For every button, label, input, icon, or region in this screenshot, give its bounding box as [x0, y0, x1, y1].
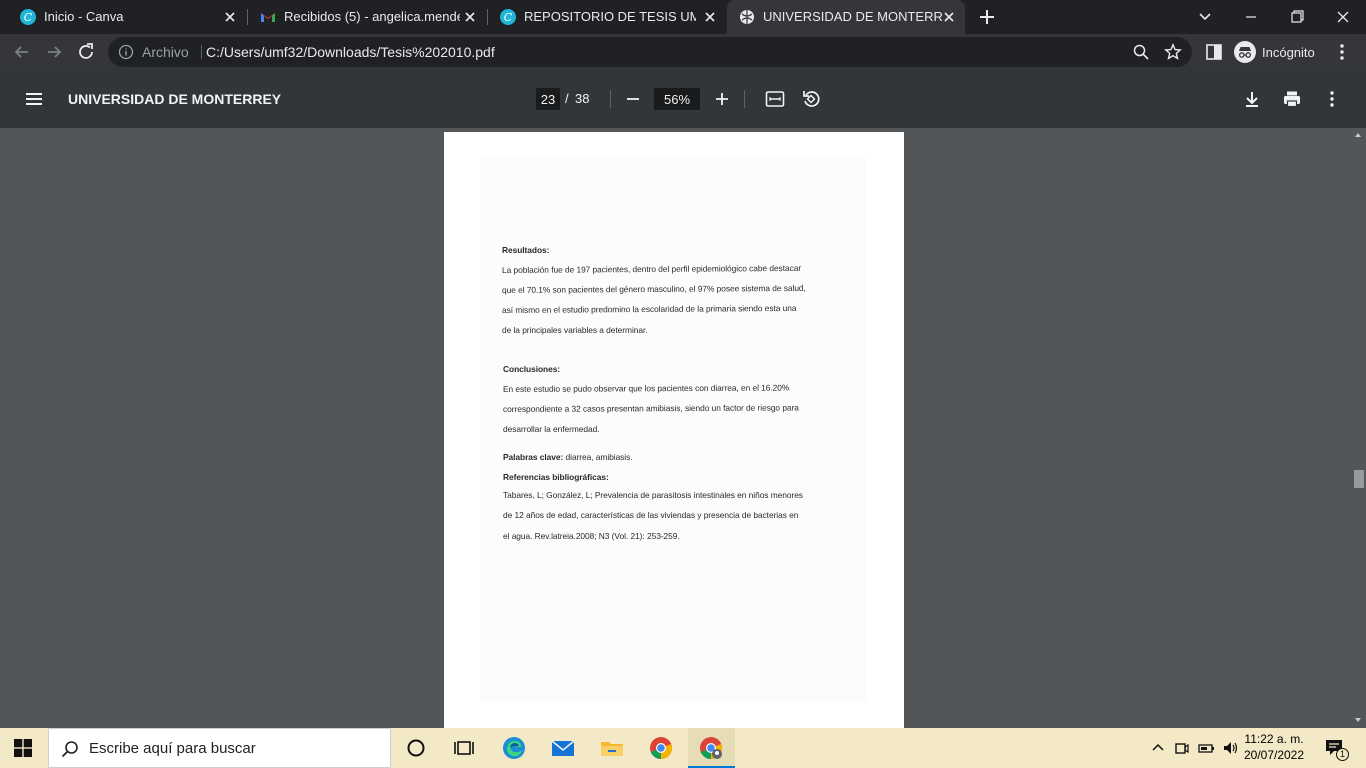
more-options-icon[interactable] [1322, 89, 1342, 109]
resultados-line: de la principales variables a determinar… [502, 325, 648, 335]
zoom-icon[interactable] [1132, 43, 1150, 61]
page-separator: / [565, 91, 569, 106]
toolbar-divider [744, 90, 745, 108]
svg-text:C: C [504, 11, 513, 24]
clock-time: 11:22 a. m. [1244, 732, 1304, 746]
zoom-in-icon[interactable] [712, 89, 732, 109]
canva-icon: C [500, 9, 516, 25]
meet-now-icon[interactable] [1174, 740, 1190, 756]
volume-icon[interactable] [1222, 740, 1240, 756]
forward-icon[interactable] [44, 42, 64, 62]
system-clock[interactable]: 11:22 a. m. 20/07/2022 [1243, 731, 1305, 763]
tab-strip: C Inicio - Canva Recibidos (5) - angelic… [0, 0, 1366, 34]
file-chip-label: Archivo [142, 44, 189, 60]
keywords-line: Palabras clave: diarrea, amibiasis. [503, 452, 633, 462]
tab-search-chevron-icon[interactable] [1196, 7, 1214, 25]
scroll-down-arrow-icon[interactable] [1354, 716, 1362, 724]
zoom-out-icon[interactable] [623, 89, 643, 109]
scrollbar-thumb[interactable] [1354, 470, 1364, 488]
referencia-line: de 12 años de edad, características de l… [503, 510, 799, 520]
omnibox-separator [201, 45, 202, 59]
conclusiones-heading: Conclusiones: [503, 364, 561, 374]
tab-universidad-monterrey[interactable]: UNIVERSIDAD DE MONTERREY [727, 0, 965, 34]
incognito-icon [1234, 41, 1256, 63]
chrome-incognito-icon [700, 737, 722, 759]
windows-taskbar: Escribe aquí para buscar 11:22 a. m. 20/… [0, 728, 1366, 768]
file-explorer-icon[interactable] [600, 736, 624, 760]
tab-title: REPOSITORIO DE TESIS UMF 32 N [524, 9, 696, 24]
gmail-icon [261, 13, 275, 22]
pdf-page: Resultados: La población fue de 197 paci… [444, 132, 904, 728]
globe-icon [740, 10, 754, 24]
resultados-line: así mismo en el estudio predomino la esc… [501, 302, 797, 315]
referencia-line: el agua. Rev.latreia.2008; N3 (Vol. 21):… [503, 531, 680, 541]
resultados-line: La población fue de 197 pacientes, dentr… [501, 262, 802, 275]
windows-start-icon[interactable] [14, 739, 32, 757]
pdf-viewport[interactable]: Resultados: La población fue de 197 paci… [0, 128, 1366, 728]
tab-title: Inicio - Canva [44, 9, 124, 24]
scroll-up-arrow-icon[interactable] [1354, 131, 1362, 139]
more-menu-icon[interactable] [1332, 42, 1352, 62]
tab-title: Recibidos (5) - angelica.mendez@ [284, 9, 460, 24]
browser-toolbar: Archivo C:/Users/umf32/Downloads/Tesis%2… [0, 34, 1366, 70]
taskbar-search-box[interactable]: Escribe aquí para buscar [48, 728, 391, 768]
minimize-icon[interactable] [1228, 0, 1274, 34]
back-icon[interactable] [12, 42, 32, 62]
show-hidden-icons-chevron-icon[interactable] [1151, 741, 1165, 755]
pdf-toolbar: UNIVERSIDAD DE MONTERREY / 38 [0, 70, 1366, 128]
url-text[interactable]: C:/Users/umf32/Downloads/Tesis%202010.pd… [206, 44, 495, 60]
fit-to-page-icon[interactable] [765, 89, 785, 109]
mail-icon[interactable] [551, 736, 575, 760]
chrome-icon[interactable] [649, 736, 673, 760]
close-icon[interactable] [462, 9, 478, 25]
toolbar-divider [610, 90, 611, 108]
referencia-line: Tabares, L; González, L; Prevalencia de … [503, 490, 803, 500]
svg-text:C: C [24, 11, 33, 24]
conclusiones-line: desarrollar la enfermedad. [503, 424, 600, 434]
reload-icon[interactable] [76, 42, 96, 62]
search-icon [61, 741, 78, 758]
zoom-level-input[interactable] [654, 88, 700, 110]
tab-inicio-canva[interactable]: C Inicio - Canva [8, 0, 246, 34]
menu-icon[interactable] [24, 89, 44, 109]
close-icon[interactable] [941, 9, 957, 25]
resultados-heading: Resultados: [502, 245, 550, 255]
tab-gmail[interactable]: Recibidos (5) - angelica.mendez@ [248, 0, 486, 34]
canva-icon: C [20, 9, 36, 25]
page-number-input[interactable] [536, 88, 560, 110]
cortana-icon[interactable] [404, 736, 428, 760]
incognito-profile-button[interactable]: Incógnito [1234, 38, 1315, 66]
resultados-line: que el 70.1% son pacientes del género ma… [501, 282, 806, 295]
clock-date: 20/07/2022 [1243, 748, 1305, 762]
task-view-icon[interactable] [452, 736, 476, 760]
incognito-label: Incógnito [1262, 44, 1315, 60]
bookmark-star-icon[interactable] [1164, 43, 1182, 61]
referencias-heading: Referencias bibliográficas: [503, 472, 609, 482]
page-total: 38 [575, 91, 590, 106]
restore-icon[interactable] [1274, 0, 1320, 34]
edge-icon[interactable] [502, 736, 526, 760]
pdf-title: UNIVERSIDAD DE MONTERREY [68, 91, 282, 107]
notification-badge: 1 [1336, 748, 1349, 761]
tab-repositorio[interactable]: C REPOSITORIO DE TESIS UMF 32 N [488, 0, 726, 34]
search-placeholder: Escribe aquí para buscar [89, 740, 256, 757]
rotate-icon[interactable] [801, 89, 821, 109]
download-icon[interactable] [1242, 89, 1262, 109]
tab-title: UNIVERSIDAD DE MONTERREY [763, 9, 943, 24]
close-icon[interactable] [702, 9, 718, 25]
active-app-highlight[interactable] [688, 728, 735, 768]
conclusiones-line: En este estudio se pudo observar que los… [502, 382, 790, 394]
vertical-scrollbar[interactable] [1350, 128, 1366, 728]
close-icon[interactable] [222, 9, 238, 25]
info-icon[interactable] [118, 44, 134, 60]
battery-network-icon[interactable] [1198, 740, 1216, 756]
address-bar[interactable]: Archivo C:/Users/umf32/Downloads/Tesis%2… [108, 37, 1192, 67]
side-panel-icon[interactable] [1204, 42, 1224, 62]
print-icon[interactable] [1282, 89, 1302, 109]
conclusiones-line: correspondiente a 32 casos presentan ami… [502, 402, 799, 414]
new-tab-icon[interactable] [977, 7, 997, 27]
window-close-icon[interactable] [1320, 0, 1366, 34]
